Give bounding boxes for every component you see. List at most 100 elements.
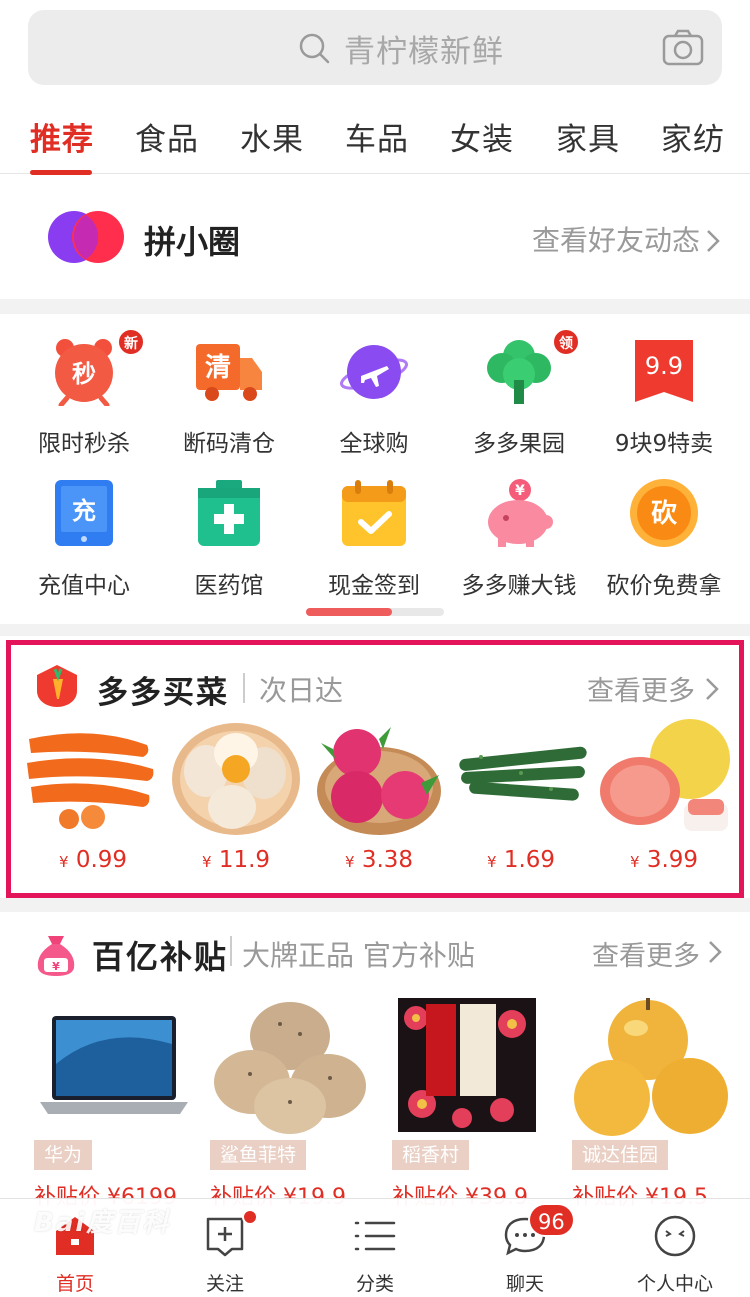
- product-price: ¥ 11.9: [201, 847, 271, 873]
- grocery-subtitle: 次日达: [259, 674, 344, 707]
- grocery-title: 多多买菜: [97, 675, 229, 711]
- svg-text:¥: ¥: [52, 960, 60, 973]
- grid-label-orchard: 多多果园: [473, 431, 565, 457]
- search-input[interactable]: 青柠檬新鲜: [28, 10, 722, 85]
- grid-label-clearance: 断码清仓: [183, 431, 275, 457]
- grid-item-9-9-sale[interactable]: 9.9 9块9特卖: [589, 314, 739, 457]
- list-icon: [354, 1221, 396, 1251]
- tab-fruit[interactable]: 水果: [240, 114, 304, 159]
- section-gap: [0, 624, 750, 636]
- grid-label-checkin: 现金签到: [328, 573, 420, 599]
- subsidy-section: ¥ 百亿补贴 大牌正品 官方补贴 查看更多 华为 补贴价 ¥6199 鲨鱼菲特 …: [0, 912, 750, 1210]
- tab-food[interactable]: 食品: [135, 114, 199, 159]
- grid-label-flash-sale: 限时秒杀: [38, 431, 130, 457]
- nav-label: 聊天: [505, 1273, 544, 1295]
- brand-tag: 稻香村: [392, 1140, 470, 1170]
- search-bar: 青柠檬新鲜: [0, 0, 750, 100]
- brand-tag: 华为: [34, 1140, 93, 1170]
- price-tag-icon: 9.9: [635, 340, 693, 402]
- svg-text:秒: 秒: [72, 360, 96, 388]
- subsidy-product-gift-box[interactable]: 稻香村 补贴价 ¥39.9: [392, 994, 552, 1210]
- grid-label-earn: 多多赚大钱: [461, 573, 577, 599]
- chevron-right-icon: [707, 230, 720, 252]
- section-gap: [0, 898, 750, 912]
- alarm-clock-icon: 秒: [55, 339, 113, 406]
- nav-categories[interactable]: 分类: [300, 1199, 450, 1297]
- svg-text:¥: ¥: [515, 483, 525, 499]
- subsidy-title: 百亿补贴: [92, 938, 229, 976]
- delivery-truck-icon: 清: [196, 344, 262, 401]
- tree-icon: [487, 340, 551, 404]
- grid-item-clearance[interactable]: 清 断码清仓: [154, 314, 304, 457]
- eggs-image: [172, 723, 300, 835]
- reward-badge: 领: [552, 328, 580, 356]
- medicine-box-icon: [198, 480, 260, 546]
- nav-profile[interactable]: 个人中心: [600, 1199, 750, 1297]
- pomelo-image: [600, 719, 730, 831]
- unread-count-badge: 96: [528, 1203, 575, 1237]
- friends-circle-title: 拼小圈: [144, 223, 241, 261]
- brand-tag: 鲨鱼菲特: [210, 1140, 307, 1170]
- grid-page-indicator-fill: [306, 608, 392, 616]
- svg-text:充: 充: [72, 497, 96, 525]
- tab-furniture[interactable]: 家具: [556, 114, 620, 159]
- search-placeholder: 青柠檬新鲜: [344, 34, 504, 70]
- nav-label: 分类: [355, 1273, 394, 1295]
- grocery-section: 多多买菜 次日达 查看更多 ¥ 0.99 ¥ 11.9 ¥ 3.38 ¥ 1.6…: [6, 640, 744, 898]
- nav-chat[interactable]: 96 聊天: [450, 1199, 600, 1297]
- grid-item-recharge[interactable]: 充 充值中心: [9, 456, 159, 599]
- tab-recommend[interactable]: 推荐: [30, 114, 94, 159]
- camera-icon[interactable]: [662, 28, 704, 66]
- nav-follow[interactable]: 关注: [150, 1199, 300, 1297]
- grid-item-cash-checkin[interactable]: 现金签到: [299, 456, 449, 599]
- chevron-right-icon: [706, 678, 719, 700]
- subsidy-subtitle: 大牌正品 官方补贴: [242, 939, 475, 972]
- tab-home-textile[interactable]: 家纺: [661, 114, 725, 159]
- grid-label-bargain: 砍价免费拿: [606, 573, 722, 599]
- grid-item-earn-money[interactable]: ¥ 多多赚大钱: [444, 456, 594, 599]
- gift-box-image: [398, 998, 536, 1132]
- subsidy-product-pears[interactable]: 诚达佳园 补贴价 ¥19.5: [572, 994, 732, 1210]
- grid-label-pharmacy: 医药馆: [194, 573, 264, 599]
- grid-label-recharge: 充值中心: [38, 573, 130, 599]
- pastry-image: [214, 1002, 366, 1134]
- subsidy-product-laptop[interactable]: 华为 补贴价 ¥6199: [34, 994, 194, 1210]
- airplane-planet-icon: [340, 345, 408, 399]
- grocery-more-link[interactable]: 查看更多: [587, 669, 695, 708]
- friends-circle-row[interactable]: 拼小圈 查看好友动态: [0, 175, 750, 299]
- subsidy-more-link[interactable]: 查看更多: [592, 934, 700, 973]
- title-divider: [230, 936, 232, 966]
- grid-item-orchard[interactable]: 领 多多果园: [444, 314, 594, 457]
- product-price: ¥ 3.99: [629, 847, 699, 873]
- grocery-logo-icon: [37, 665, 77, 707]
- grid-item-global-shopping[interactable]: 全球购: [299, 314, 449, 457]
- tab-car[interactable]: 车品: [345, 114, 409, 159]
- new-badge: 新: [117, 328, 145, 356]
- follow-icon: [206, 1217, 244, 1257]
- brand-tag: 诚达佳园: [572, 1140, 669, 1170]
- search-icon: [299, 33, 330, 64]
- grid-page-indicator: [306, 608, 444, 616]
- subsidy-product-pastry[interactable]: 鲨鱼菲特 补贴价 ¥19.9: [210, 994, 370, 1210]
- grid-item-flash-sale[interactable]: 秒 新 限时秒杀: [9, 314, 159, 457]
- title-divider: [243, 673, 245, 703]
- tab-womens[interactable]: 女装: [450, 114, 514, 159]
- carrots-image: [27, 733, 154, 829]
- money-bag-icon: ¥: [37, 936, 75, 976]
- phone-recharge-icon: 充: [55, 480, 113, 546]
- svg-text:9.9: 9.9: [645, 352, 683, 380]
- cucumbers-image: [459, 746, 587, 801]
- nav-label: 首页: [55, 1273, 94, 1295]
- svg-text:砍: 砍: [651, 499, 678, 529]
- watermark-logo: Bai度百科: [34, 1208, 171, 1238]
- calendar-check-icon: [342, 480, 406, 546]
- grid-item-bargain[interactable]: 砍 砍价免费拿: [589, 456, 739, 599]
- friends-circle-logo-icon: [48, 211, 124, 263]
- svg-text:清: 清: [205, 353, 231, 383]
- friends-activity-link[interactable]: 查看好友动态: [532, 219, 700, 259]
- grid-label-9-9: 9块9特卖: [614, 431, 714, 457]
- grid-item-pharmacy[interactable]: 医药馆: [154, 456, 304, 599]
- pears-image: [574, 998, 728, 1136]
- bargain-coin-icon: 砍: [630, 479, 698, 547]
- dragon-fruit-image: [317, 727, 441, 835]
